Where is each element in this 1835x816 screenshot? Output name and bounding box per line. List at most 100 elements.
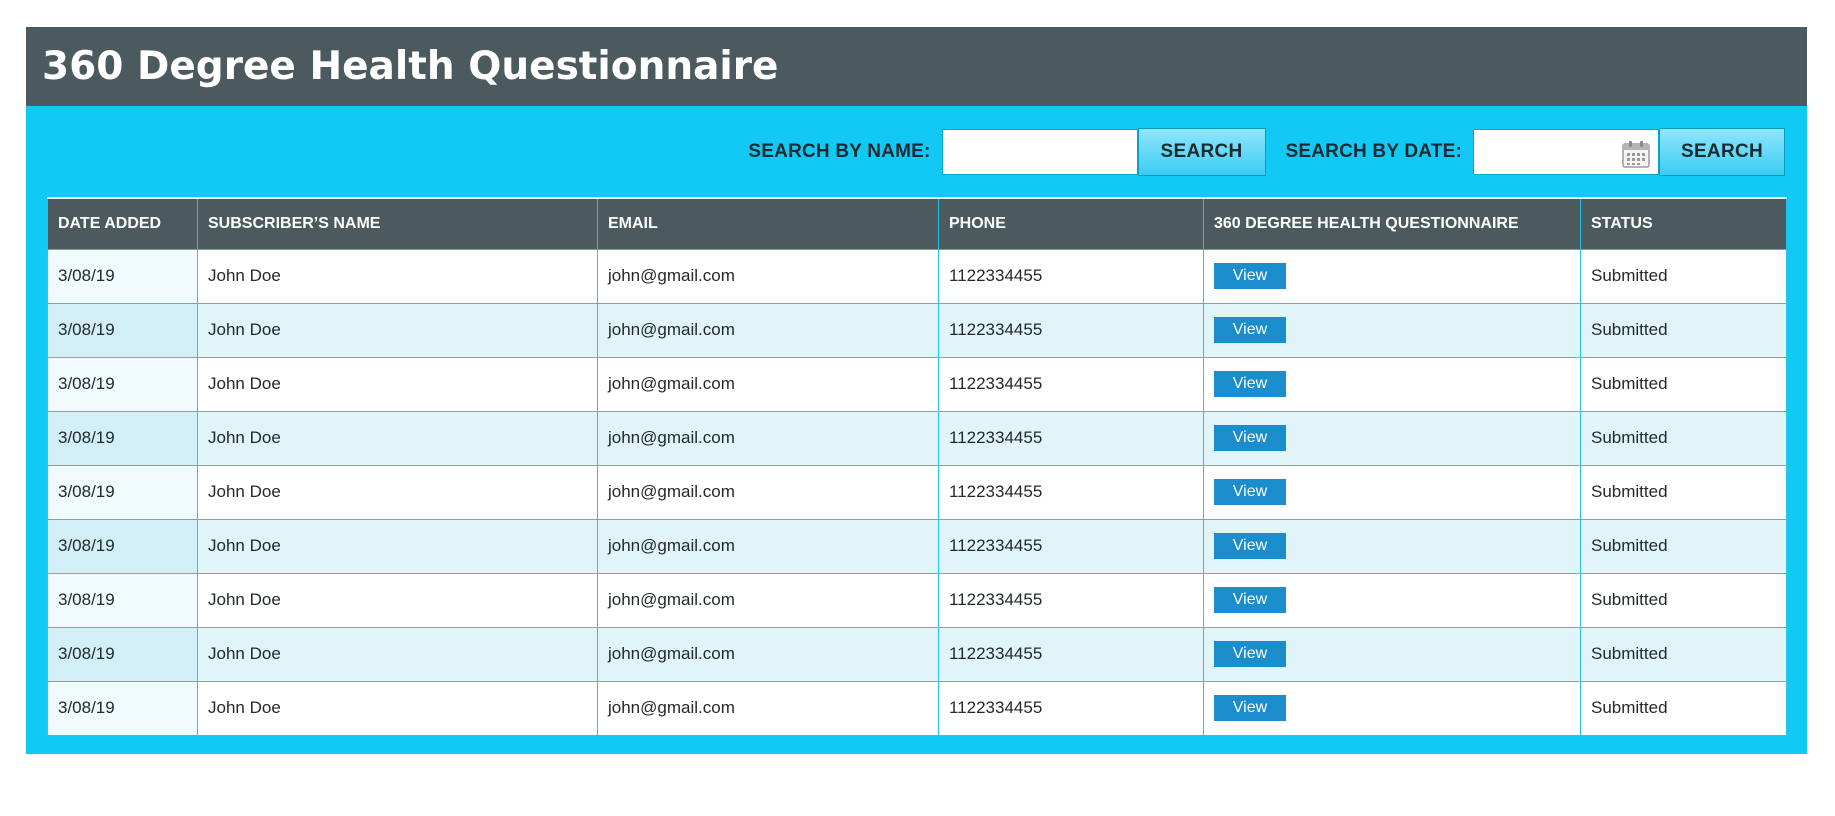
status-cell: Submitted bbox=[1580, 518, 1787, 574]
table-row: 3/08/19 John Doe john@gmail.com 1122334455 V… bbox=[47, 572, 1787, 628]
date-added-cell: 3/08/19 bbox=[47, 356, 198, 412]
phone-text: 1122334455 bbox=[949, 482, 1043, 501]
email-text: john@gmail.com bbox=[608, 374, 735, 393]
subscriber-name-cell: John Doe bbox=[197, 680, 598, 736]
phone-cell: 1122334455 bbox=[938, 302, 1204, 358]
table-row: 3/08/19 John Doe john@gmail.com 1122334455 V… bbox=[47, 518, 1787, 574]
phone-cell: 1122334455 bbox=[938, 356, 1204, 412]
status-cell: Submitted bbox=[1580, 626, 1787, 682]
subscriber-name-text: John Doe bbox=[208, 266, 281, 285]
date-added-cell: 3/08/19 bbox=[47, 410, 198, 466]
date-added-text: 3/08/19 bbox=[58, 644, 115, 663]
search-name-input[interactable] bbox=[941, 129, 1138, 175]
view-button[interactable]: View bbox=[1214, 425, 1286, 451]
table-row: 3/08/19 John Doe john@gmail.com 1122334455 V… bbox=[47, 248, 1787, 304]
email-text: john@gmail.com bbox=[608, 428, 735, 447]
email-cell: john@gmail.com bbox=[597, 356, 939, 412]
view-button[interactable]: View bbox=[1214, 317, 1286, 343]
email-cell: john@gmail.com bbox=[597, 302, 939, 358]
date-added-text: 3/08/19 bbox=[58, 536, 115, 555]
questionnaire-cell: View bbox=[1203, 356, 1581, 412]
page-title: 360 Degree Health Questionnaire bbox=[42, 44, 779, 89]
phone-text: 1122334455 bbox=[949, 590, 1043, 609]
status-cell: Submitted bbox=[1580, 410, 1787, 466]
date-added-text: 3/08/19 bbox=[58, 320, 115, 339]
email-text: john@gmail.com bbox=[608, 590, 735, 609]
phone-text: 1122334455 bbox=[949, 266, 1043, 285]
col-date-added-header: DATE ADDED bbox=[47, 197, 198, 250]
date-added-text: 3/08/19 bbox=[58, 428, 115, 447]
status-text: Submitted bbox=[1591, 266, 1668, 285]
table-row: 3/08/19 John Doe john@gmail.com 1122334455 V… bbox=[47, 680, 1787, 736]
subscriber-name-text: John Doe bbox=[208, 320, 281, 339]
subscriber-name-text: John Doe bbox=[208, 590, 281, 609]
view-button[interactable]: View bbox=[1214, 587, 1286, 613]
col-questionnaire-header: 360 DEGREE HEALTH QUESTIONNAIRE bbox=[1203, 197, 1581, 250]
col-subscriber-name-header: SUBSCRIBER’S NAME bbox=[197, 197, 598, 250]
date-added-text: 3/08/19 bbox=[58, 374, 115, 393]
status-cell: Submitted bbox=[1580, 572, 1787, 628]
questionnaire-cell: View bbox=[1203, 518, 1581, 574]
view-button[interactable]: View bbox=[1214, 479, 1286, 505]
col-status-header: STATUS bbox=[1580, 197, 1787, 250]
title-bar: 360 Degree Health Questionnaire bbox=[26, 27, 1807, 106]
email-cell: john@gmail.com bbox=[597, 518, 939, 574]
date-field[interactable] bbox=[1473, 129, 1659, 175]
date-added-text: 3/08/19 bbox=[58, 590, 115, 609]
search-date-button[interactable]: SEARCH bbox=[1659, 128, 1785, 176]
date-added-text: 3/08/19 bbox=[58, 482, 115, 501]
view-button[interactable]: View bbox=[1214, 371, 1286, 397]
status-text: Submitted bbox=[1591, 374, 1668, 393]
calendar-icon[interactable] bbox=[1622, 140, 1650, 168]
date-added-cell: 3/08/19 bbox=[47, 680, 198, 736]
phone-text: 1122334455 bbox=[949, 698, 1043, 717]
view-button[interactable]: View bbox=[1214, 263, 1286, 289]
phone-text: 1122334455 bbox=[949, 428, 1043, 447]
status-cell: Submitted bbox=[1580, 356, 1787, 412]
view-button[interactable]: View bbox=[1214, 641, 1286, 667]
table-row: 3/08/19 John Doe john@gmail.com 1122334455 V… bbox=[47, 410, 1787, 466]
status-text: Submitted bbox=[1591, 644, 1668, 663]
view-button[interactable]: View bbox=[1214, 695, 1286, 721]
date-added-text: 3/08/19 bbox=[58, 266, 115, 285]
col-phone-header: PHONE bbox=[938, 197, 1204, 250]
phone-cell: 1122334455 bbox=[938, 410, 1204, 466]
email-cell: john@gmail.com bbox=[597, 248, 939, 304]
subscriber-name-text: John Doe bbox=[208, 482, 281, 501]
search-date-input[interactable] bbox=[1474, 130, 1630, 174]
table-row: 3/08/19 John Doe john@gmail.com 1122334455 V… bbox=[47, 302, 1787, 358]
email-cell: john@gmail.com bbox=[597, 572, 939, 628]
status-text: Submitted bbox=[1591, 428, 1668, 447]
phone-text: 1122334455 bbox=[949, 320, 1043, 339]
status-text: Submitted bbox=[1591, 698, 1668, 717]
email-cell: john@gmail.com bbox=[597, 680, 939, 736]
view-button[interactable]: View bbox=[1214, 533, 1286, 559]
table-body: 3/08/19 John Doe john@gmail.com 1122334455 V… bbox=[47, 248, 1787, 736]
status-text: Submitted bbox=[1591, 482, 1668, 501]
email-text: john@gmail.com bbox=[608, 266, 735, 285]
subscriber-name-cell: John Doe bbox=[197, 518, 598, 574]
questionnaire-cell: View bbox=[1203, 248, 1581, 304]
status-text: Submitted bbox=[1591, 590, 1668, 609]
phone-cell: 1122334455 bbox=[938, 680, 1204, 736]
subscriber-name-cell: John Doe bbox=[197, 464, 598, 520]
email-text: john@gmail.com bbox=[608, 482, 735, 501]
status-cell: Submitted bbox=[1580, 302, 1787, 358]
status-text: Submitted bbox=[1591, 320, 1668, 339]
table-row: 3/08/19 John Doe john@gmail.com 1122334455 V… bbox=[47, 464, 1787, 520]
questionnaire-cell: View bbox=[1203, 572, 1581, 628]
questionnaire-cell: View bbox=[1203, 464, 1581, 520]
phone-text: 1122334455 bbox=[949, 536, 1043, 555]
subscriber-table: DATE ADDED SUBSCRIBER’S NAME EMAIL PHONE 360… bbox=[47, 197, 1787, 736]
subscriber-name-text: John Doe bbox=[208, 428, 281, 447]
subscriber-name-cell: John Doe bbox=[197, 626, 598, 682]
phone-cell: 1122334455 bbox=[938, 518, 1204, 574]
subscriber-name-cell: John Doe bbox=[197, 410, 598, 466]
phone-cell: 1122334455 bbox=[938, 464, 1204, 520]
date-added-cell: 3/08/19 bbox=[47, 302, 198, 358]
search-by-date-label: SEARCH BY DATE: bbox=[1285, 141, 1462, 162]
status-cell: Submitted bbox=[1580, 464, 1787, 520]
phone-text: 1122334455 bbox=[949, 374, 1043, 393]
email-text: john@gmail.com bbox=[608, 536, 735, 555]
search-name-button[interactable]: SEARCH bbox=[1137, 128, 1266, 176]
